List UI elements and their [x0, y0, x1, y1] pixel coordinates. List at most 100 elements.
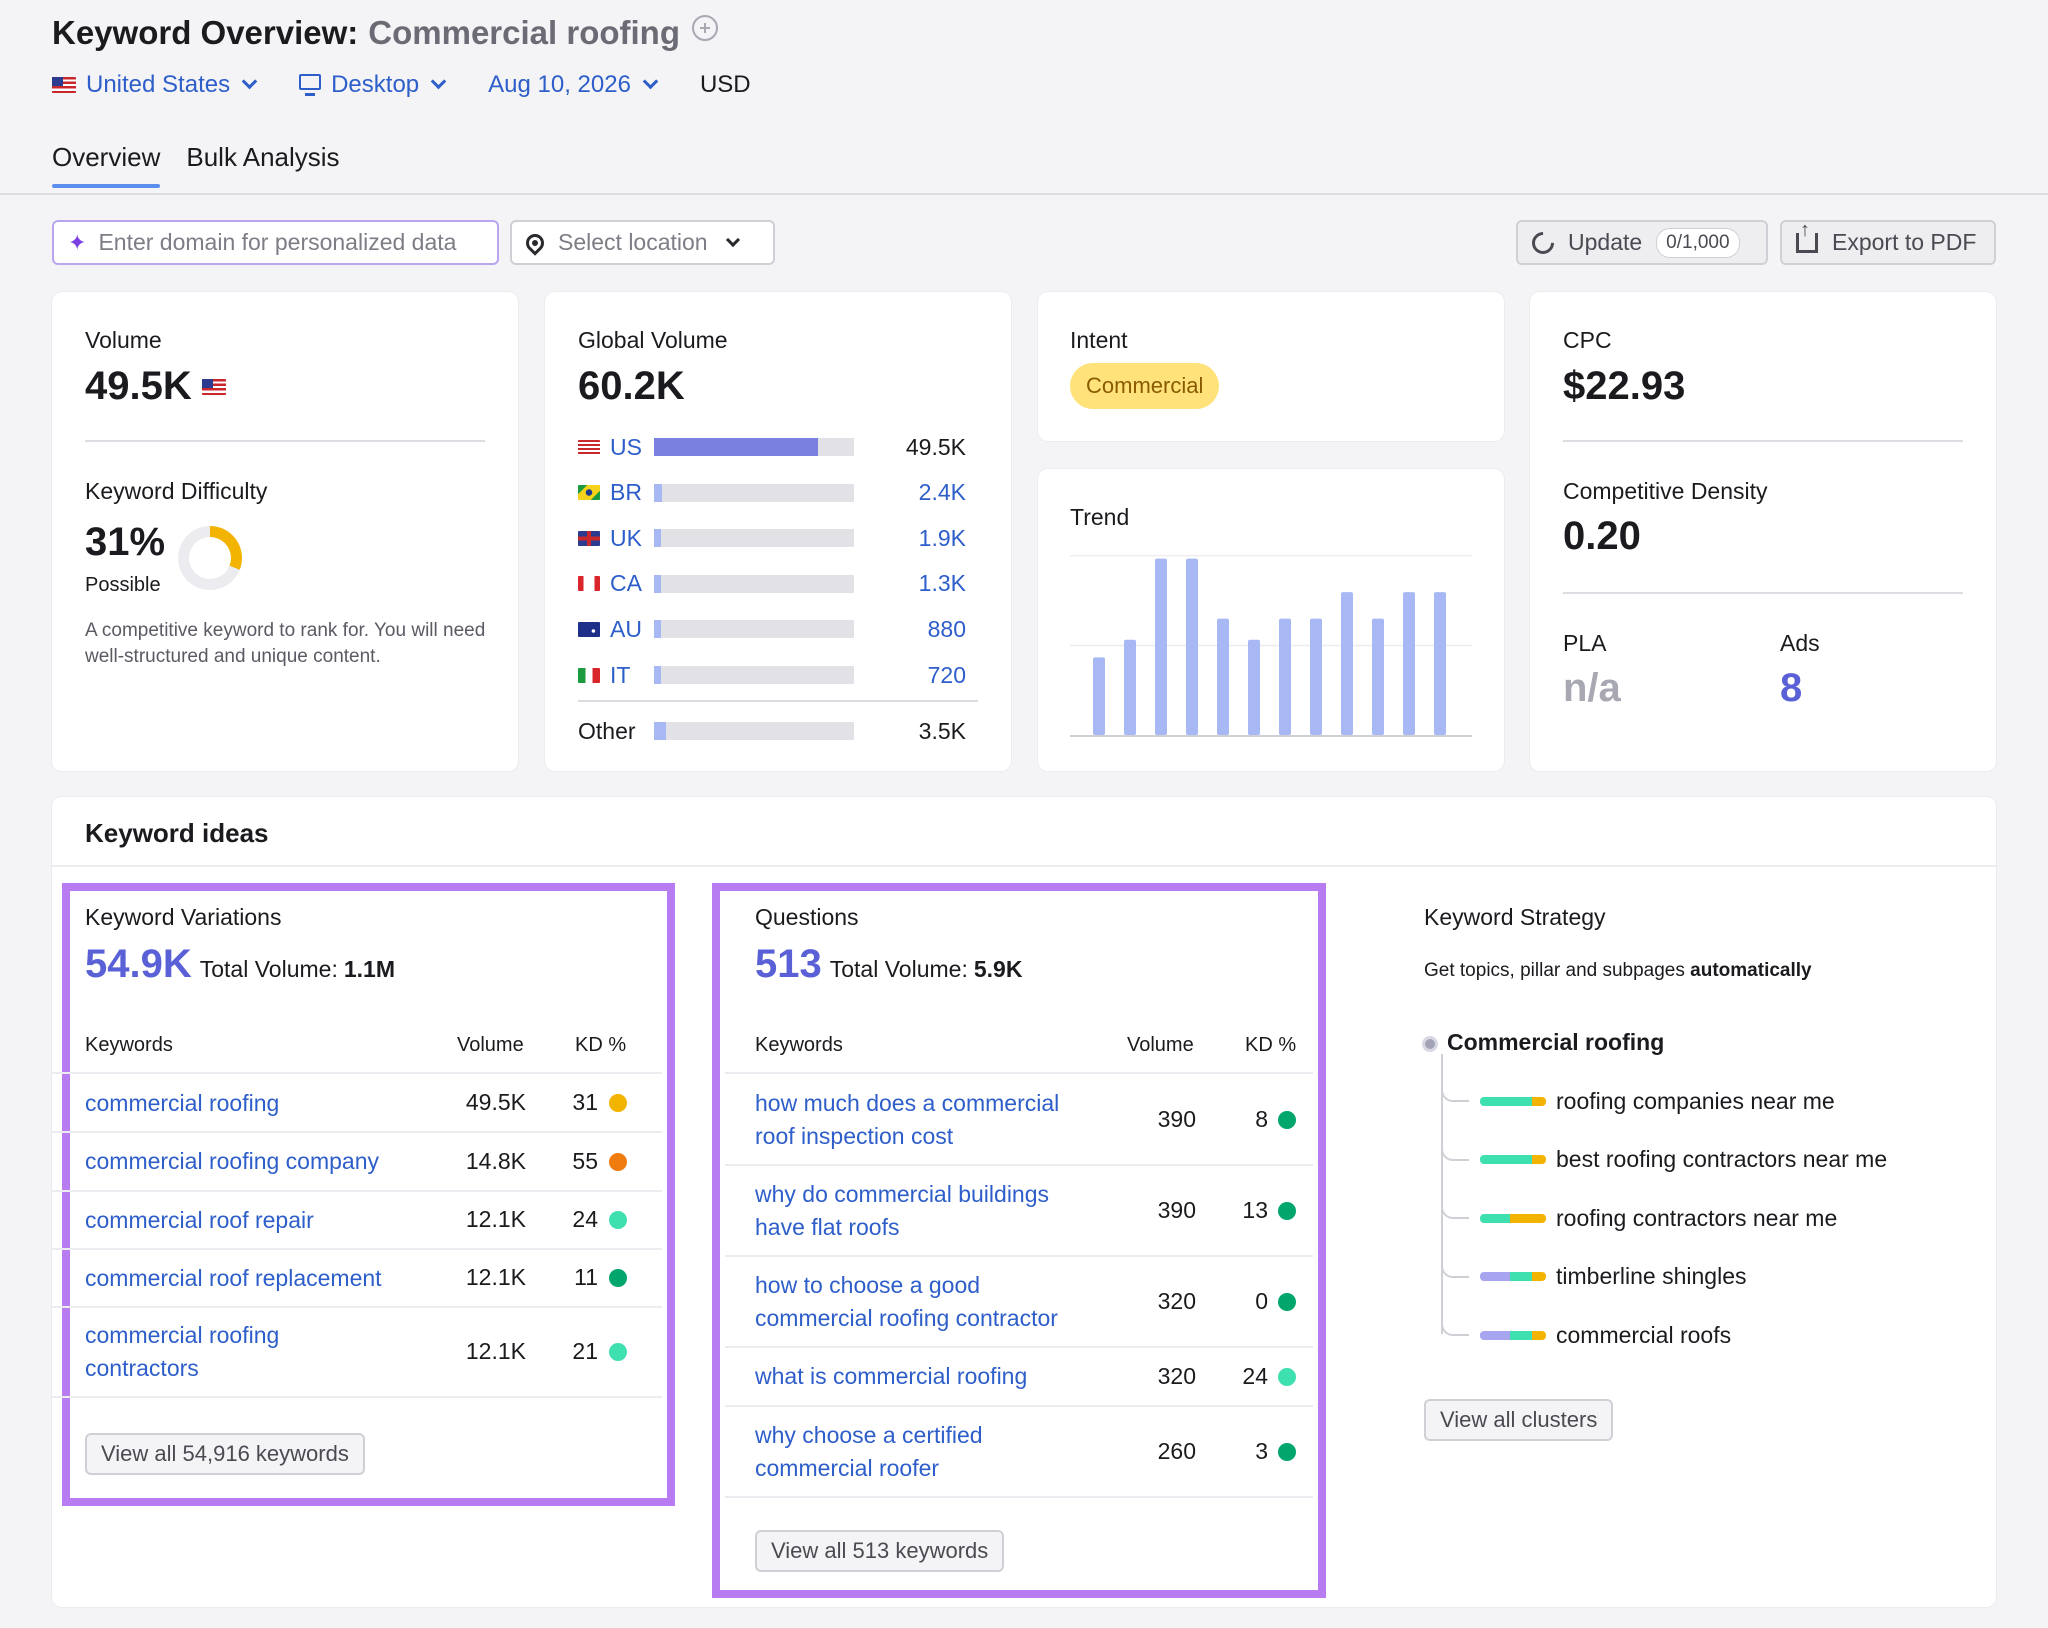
trend-bar[interactable]	[1124, 639, 1136, 735]
cluster-intent-segment	[1480, 1155, 1510, 1165]
country-code-text: BR	[610, 479, 642, 506]
country-row-ca[interactable]: CA 1.3K	[578, 569, 978, 599]
trend-bar[interactable]	[1248, 639, 1260, 735]
kd-description: A competitive keyword to rank for. You w…	[85, 620, 486, 667]
trend-bar[interactable]	[1217, 618, 1229, 735]
keyword-kd: 13	[1242, 1196, 1268, 1223]
domain-input[interactable]: ✦ Enter domain for personalized data	[52, 220, 499, 265]
add-to-list-icon[interactable]	[692, 15, 718, 41]
kd-label: Keyword Difficulty	[85, 478, 268, 504]
chevron-down-icon	[725, 232, 740, 247]
questions-total-label: Total Volume:	[829, 956, 968, 982]
trend-bar[interactable]	[1093, 657, 1105, 735]
keyword-link[interactable]: commercial roof replacement	[85, 1262, 385, 1295]
table-row-divider	[725, 1255, 1313, 1257]
keyword-kd: 31	[572, 1089, 598, 1115]
cluster-intent-bar	[1480, 1272, 1546, 1282]
table-header-divider	[725, 1072, 1313, 1074]
strategy-cluster-item[interactable]: commercial roofs	[1480, 1320, 1731, 1350]
device-select[interactable]: Desktop	[299, 71, 447, 99]
country-bar	[654, 483, 854, 502]
cluster-intent-segment	[1510, 1155, 1532, 1165]
strategy-root[interactable]: Commercial roofing	[1447, 1029, 1664, 1056]
tab-bar: Overview Bulk Analysis	[52, 142, 366, 188]
table-row-divider	[52, 1248, 662, 1250]
keyword-link[interactable]: what is commercial roofing	[755, 1360, 1095, 1393]
country-row-br[interactable]: BR 2.4K	[578, 478, 978, 508]
table-row-divider	[725, 1164, 1313, 1166]
table-row-divider	[52, 1190, 662, 1192]
country-bar	[654, 620, 854, 639]
country-row-it[interactable]: IT 720	[578, 660, 978, 690]
country-row-uk[interactable]: UK 1.9K	[578, 523, 978, 553]
trend-bar[interactable]	[1155, 558, 1167, 735]
table-row-divider	[725, 1346, 1313, 1348]
trend-bar[interactable]	[1372, 618, 1384, 735]
keyword-link[interactable]: why choose a certified commercial roofer	[755, 1419, 1095, 1485]
page-title-label: Keyword Overview:	[52, 14, 359, 51]
country-bar-fill	[654, 620, 661, 639]
trend-bar[interactable]	[1279, 618, 1291, 735]
location-placeholder: Select location	[558, 229, 708, 255]
keyword-link[interactable]: commercial roofing	[85, 1087, 385, 1120]
questions-count[interactable]: 513	[755, 942, 822, 987]
country-value: 720	[927, 661, 966, 688]
cluster-label: roofing contractors near me	[1556, 1204, 1838, 1231]
country-code-text: UK	[610, 524, 642, 551]
country-select[interactable]: United States	[52, 71, 258, 99]
view-all-variations-button[interactable]: View all 54,916 keywords	[85, 1433, 365, 1475]
strategy-cluster-item[interactable]: best roofing contractors near me	[1480, 1145, 1887, 1175]
country-row-us[interactable]: US 49.5K	[578, 432, 978, 462]
date-select[interactable]: Aug 10, 2026	[488, 71, 659, 99]
trend-bar[interactable]	[1341, 592, 1353, 735]
view-all-clusters-button[interactable]: View all clusters	[1424, 1399, 1614, 1441]
tab-overview[interactable]: Overview	[52, 142, 161, 188]
keyword-kd: 21	[572, 1338, 598, 1364]
strategy-cluster-item[interactable]: roofing contractors near me	[1480, 1203, 1837, 1233]
volume-number: 49.5K	[85, 364, 192, 408]
country-bar-fill	[654, 666, 661, 684]
keyword-link[interactable]: how to choose a good commercial roofing …	[755, 1269, 1095, 1335]
keyword-link[interactable]: commercial roofing company	[85, 1145, 385, 1178]
trend-bar[interactable]	[1403, 592, 1415, 735]
variations-count[interactable]: 54.9K	[85, 942, 192, 987]
ads-value[interactable]: 8	[1780, 666, 1802, 711]
questions-col-kd: KD %	[1245, 1034, 1297, 1056]
trend-chart	[1070, 555, 1472, 737]
export-pdf-button[interactable]: Export to PDF	[1780, 219, 1996, 265]
date-label: Aug 10, 2026	[488, 71, 631, 98]
trend-bar[interactable]	[1310, 618, 1322, 735]
tab-bulk-analysis[interactable]: Bulk Analysis	[186, 142, 339, 187]
cluster-label: roofing companies near me	[1556, 1087, 1835, 1114]
country-row-au[interactable]: AU 880	[578, 614, 978, 644]
keyword-link[interactable]: commercial roofing contractors	[85, 1319, 385, 1385]
global-volume-label: Global Volume	[578, 327, 728, 353]
trend-bar[interactable]	[1186, 558, 1198, 735]
kd-value: 31%	[85, 520, 166, 564]
trend-label: Trend	[1070, 504, 1130, 530]
country-value: 3.5K	[918, 717, 966, 744]
cluster-intent-segment	[1480, 1096, 1510, 1106]
intent-badge: Commercial	[1070, 363, 1220, 409]
view-all-questions-button[interactable]: View all 513 keywords	[755, 1530, 1005, 1572]
strategy-cluster-item[interactable]: timberline shingles	[1480, 1262, 1746, 1292]
questions-summary: 513 Total Volume: 5.9K	[755, 942, 1022, 987]
keyword-link[interactable]: commercial roof repair	[85, 1204, 385, 1237]
cluster-intent-segment	[1532, 1096, 1546, 1106]
update-button[interactable]: Update 0/1,000	[1516, 220, 1768, 265]
strategy-tree-branch	[1441, 1312, 1469, 1337]
strategy-subtitle-text: Get topics, pillar and subpages	[1424, 960, 1685, 981]
strategy-cluster-item[interactable]: roofing companies near me	[1480, 1086, 1835, 1116]
domain-placeholder: Enter domain for personalized data	[98, 229, 457, 255]
cluster-intent-bar	[1480, 1213, 1546, 1223]
variations-col-keywords: Keywords	[85, 1034, 173, 1056]
ads-label: Ads	[1780, 630, 1820, 656]
trend-bar[interactable]	[1434, 592, 1446, 735]
keyword-link[interactable]: why do commercial buildings have flat ro…	[755, 1178, 1095, 1244]
keyword-link[interactable]: how much does a commercial roof inspecti…	[755, 1087, 1095, 1153]
chevron-down-icon	[241, 73, 258, 90]
location-select[interactable]: Select location	[510, 220, 775, 265]
cluster-intent-segment	[1510, 1330, 1532, 1340]
pla-label: PLA	[1563, 630, 1607, 656]
kd-indicator-dot	[1278, 1292, 1296, 1311]
